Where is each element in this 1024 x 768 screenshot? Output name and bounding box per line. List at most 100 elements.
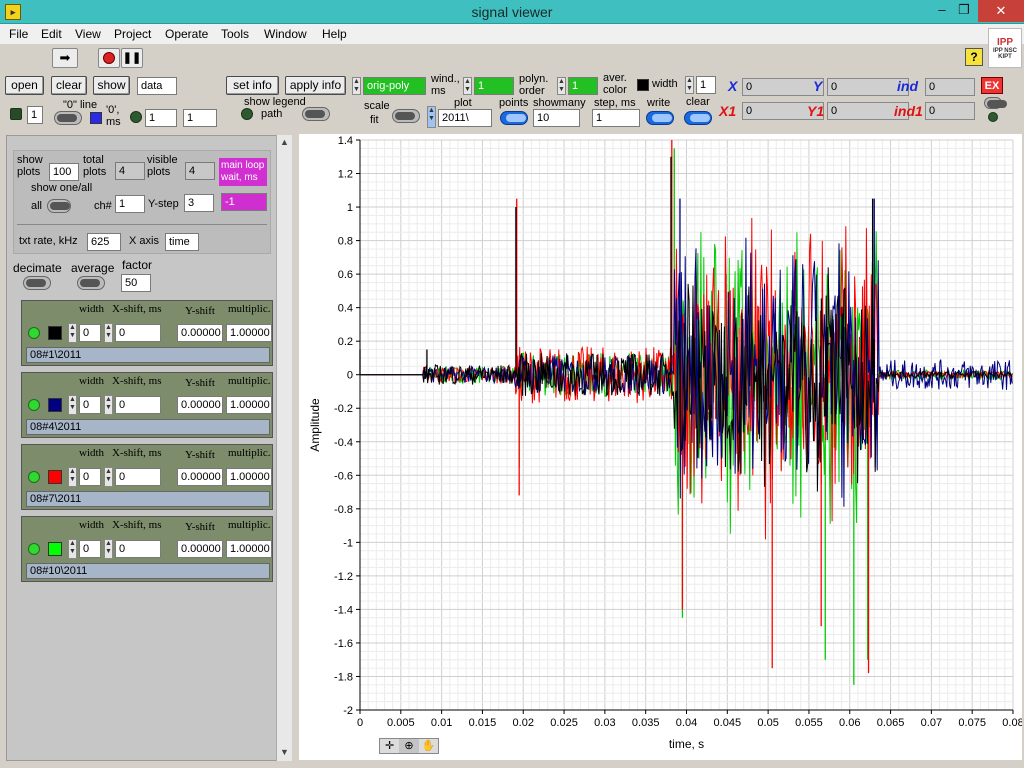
channel-xshift-field[interactable]: 0 (115, 396, 161, 414)
scale-fit-toggle[interactable] (392, 109, 420, 123)
channel-xshift-field[interactable]: 0 (115, 540, 161, 558)
filter-mode-field[interactable]: orig-poly (363, 77, 426, 95)
channel-visible-led-icon[interactable] (28, 399, 40, 411)
zero-ms-field-b[interactable]: 1 (183, 109, 217, 127)
zero-ms-led-icon[interactable] (130, 111, 142, 123)
channel-xshift-spinner[interactable]: ▲ ▼ (104, 323, 113, 343)
channel-xshift-spinner[interactable]: ▲ ▼ (104, 539, 113, 559)
channel-color-swatch[interactable] (48, 470, 62, 484)
channel-xshift-field[interactable]: 0 (115, 468, 161, 486)
cursor-toggle[interactable] (984, 97, 1007, 109)
close-window-icon[interactable]: ✕ (978, 0, 1024, 22)
abort-icon[interactable] (98, 48, 120, 68)
x-axis-field[interactable]: time (165, 233, 199, 251)
show-button[interactable]: show (93, 76, 130, 95)
polyn-field[interactable]: 1 (568, 77, 598, 95)
channel-xshift-spinner[interactable]: ▲ ▼ (104, 395, 113, 415)
channel-width-field[interactable]: 0 (79, 396, 101, 414)
path-toggle[interactable] (302, 107, 330, 121)
aver-color-swatch[interactable] (637, 79, 649, 91)
showmany-field[interactable]: 10 (533, 109, 580, 127)
cursor-led-icon[interactable] (988, 112, 998, 122)
channel-color-swatch[interactable] (48, 398, 62, 412)
context-help-icon[interactable]: ? (965, 48, 983, 66)
channel-visible-led-icon[interactable] (28, 543, 40, 555)
plot-spinner[interactable]: ▲ ▼ (427, 106, 436, 128)
minimize-icon[interactable]: – (930, 0, 954, 21)
channel-mult-field[interactable]: 1.00000 (226, 468, 272, 486)
channel-width-spinner[interactable]: ▲ ▼ (68, 539, 77, 559)
write-toggle[interactable] (646, 111, 674, 125)
width-field[interactable]: 1 (696, 76, 716, 94)
ystep-field[interactable]: 3 (184, 194, 214, 212)
polyn-spinner[interactable]: ▲ ▼ (557, 77, 566, 95)
average-toggle[interactable] (77, 276, 105, 290)
left-panel-scrollbar[interactable]: ▲ ▼ (276, 135, 292, 761)
channel-mult-field[interactable]: 1.00000 (226, 324, 272, 342)
channel-mult-field[interactable]: 1.00000 (226, 540, 272, 558)
zero-line-color-swatch[interactable] (90, 112, 102, 124)
clear-button[interactable]: clear (51, 76, 87, 95)
channel-width-field[interactable]: 0 (79, 540, 101, 558)
decimate-toggle[interactable] (23, 276, 51, 290)
menu-edit[interactable]: Edit (41, 27, 62, 41)
pan-hand-icon[interactable]: ✋ (419, 739, 438, 753)
restore-icon[interactable]: ❐ (952, 0, 976, 21)
factor-field[interactable]: 50 (121, 274, 151, 292)
show-plots-field[interactable]: 100 (49, 163, 79, 181)
zero-ms-field-a[interactable]: 1 (145, 109, 177, 127)
ch-count-field[interactable]: 1 (27, 106, 43, 124)
channel-width-spinner[interactable]: ▲ ▼ (68, 467, 77, 487)
waveform-svg[interactable]: 1.4 1.2 1 0.8 0.6 0.4 0.2 0 -0.2 -0.4 -0.6 -0.8 -1 -1… (299, 134, 1024, 760)
apply-info-button[interactable]: apply info (285, 76, 346, 95)
points-toggle[interactable] (500, 111, 528, 125)
waveform-graph[interactable]: 1.4 1.2 1 0.8 0.6 0.4 0.2 0 -0.2 -0.4 -0.6 -0.8 -1 -1… (299, 134, 1024, 760)
channel-color-swatch[interactable] (48, 542, 62, 556)
channel-yshift-field[interactable]: 0.00000 (177, 324, 223, 342)
txt-rate-field[interactable]: 625 (87, 233, 121, 251)
scroll-up-icon[interactable]: ▲ (277, 137, 292, 147)
wind-spinner[interactable]: ▲ ▼ (463, 77, 472, 95)
filter-spinner[interactable]: ▲ ▼ (352, 77, 361, 95)
show-one-all-toggle[interactable] (47, 199, 71, 213)
channel-yshift-field[interactable]: 0.00000 (177, 540, 223, 558)
channel-xshift-spinner[interactable]: ▲ ▼ (104, 467, 113, 487)
channel-width-field[interactable]: 0 (79, 468, 101, 486)
ch-field[interactable]: 1 (115, 195, 145, 213)
set-info-button[interactable]: set info (226, 76, 279, 95)
menu-view[interactable]: View (75, 27, 101, 41)
channel-width-spinner[interactable]: ▲ ▼ (68, 323, 77, 343)
menu-file[interactable]: File (9, 27, 28, 41)
pause-icon[interactable]: ❚❚ (121, 48, 143, 68)
step-field[interactable]: 1 (592, 109, 640, 127)
channel-width-field[interactable]: 0 (79, 324, 101, 342)
show-legend-led-icon[interactable] (241, 108, 253, 120)
menu-window[interactable]: Window (264, 27, 307, 41)
data-field[interactable]: data (137, 77, 177, 95)
channel-yshift-field[interactable]: 0.00000 (177, 396, 223, 414)
channel-mult-field[interactable]: 1.00000 (226, 396, 272, 414)
plot-field[interactable]: 2011\ (438, 109, 492, 127)
scroll-down-icon[interactable]: ▼ (277, 747, 292, 757)
channel-color-swatch[interactable] (48, 326, 62, 340)
wind-field[interactable]: 1 (474, 77, 514, 95)
cursor-tool-icon[interactable]: ✛ (380, 739, 399, 753)
run-arrow-icon[interactable]: ➡ (52, 48, 78, 68)
menu-operate[interactable]: Operate (165, 27, 208, 41)
channel-visible-led-icon[interactable] (28, 327, 40, 339)
clear2-toggle[interactable] (684, 111, 712, 125)
zoom-tool-icon[interactable]: ⊕ (399, 739, 419, 753)
ch-led-icon[interactable] (10, 108, 22, 120)
main-loop-field[interactable]: -1 (221, 193, 267, 211)
channel-xshift-field[interactable]: 0 (115, 324, 161, 342)
channel-visible-led-icon[interactable] (28, 471, 40, 483)
channel-yshift-field[interactable]: 0.00000 (177, 468, 223, 486)
channel-width-spinner[interactable]: ▲ ▼ (68, 395, 77, 415)
exit-button[interactable]: EX (981, 77, 1003, 94)
menu-tools[interactable]: Tools (221, 27, 249, 41)
width-spinner[interactable]: ▲ ▼ (685, 76, 694, 94)
zero-line-toggle[interactable] (54, 111, 82, 125)
menu-project[interactable]: Project (114, 27, 151, 41)
open-button[interactable]: open (5, 76, 44, 95)
menu-help[interactable]: Help (322, 27, 347, 41)
